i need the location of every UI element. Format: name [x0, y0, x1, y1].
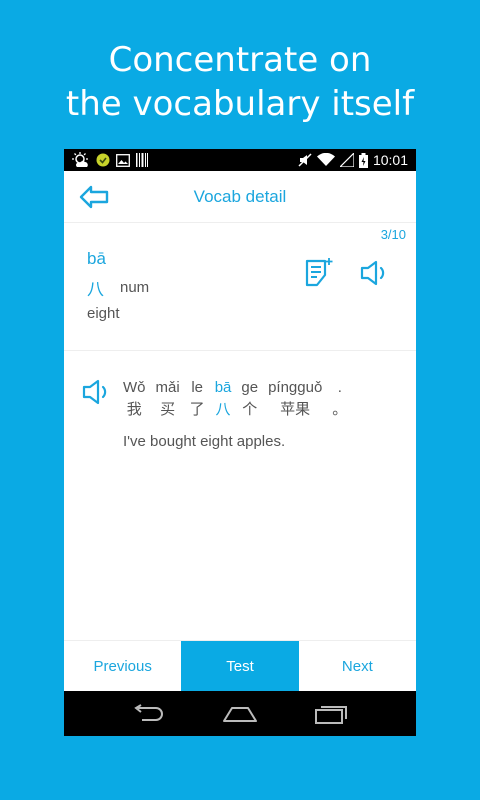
- add-note-button[interactable]: [304, 257, 334, 289]
- barcode-icon: [136, 153, 148, 167]
- sentence-word: bā 八: [215, 377, 232, 421]
- word-part-of-speech: num: [120, 279, 150, 296]
- mute-icon: [298, 153, 312, 167]
- signal-icon: [339, 153, 354, 167]
- sentence-audio-button[interactable]: [82, 379, 112, 405]
- speaker-icon: [82, 379, 107, 405]
- promo-headline: Concentrate on the vocabulary itself: [0, 38, 480, 126]
- word-audio-button[interactable]: [360, 260, 390, 286]
- sentence-word-pinyin: .: [337, 379, 342, 396]
- sentence-word-pinyin: píngguǒ: [268, 379, 323, 396]
- wifi-icon: [316, 153, 335, 166]
- word-counter: 3/10: [380, 227, 406, 242]
- system-nav-bar: [64, 691, 416, 736]
- sentence-words: Wǒ 我 mǎi 买 le 了 bā 八 ge 个 píngguǒ 苹果.。: [123, 377, 357, 421]
- sentence-word-hanzi: 了: [189, 401, 205, 418]
- sentence-word-hanzi: 八: [215, 401, 231, 418]
- previous-button[interactable]: Previous: [64, 641, 182, 691]
- nav-back-button[interactable]: [129, 700, 169, 728]
- image-icon: [116, 153, 130, 167]
- status-time: 10:01: [372, 152, 408, 168]
- edit-note-icon: [305, 258, 333, 287]
- app-bar: Vocab detail: [64, 171, 416, 223]
- test-button[interactable]: Test: [181, 641, 299, 691]
- promo-line-2: the vocabulary itself: [65, 84, 415, 124]
- next-button[interactable]: Next: [298, 641, 416, 691]
- speaker-icon: [360, 260, 385, 286]
- word-meaning: eight: [87, 305, 120, 322]
- sentence-word-pinyin: le: [191, 379, 204, 396]
- word-hanzi: 八: [87, 280, 104, 299]
- sentence-word: píngguǒ 苹果: [268, 377, 322, 421]
- sentence-word-pinyin: mǎi: [155, 379, 180, 396]
- sentence-translation: I've bought eight apples.: [123, 433, 286, 450]
- nav-recents-button[interactable]: [311, 700, 351, 728]
- sentence-word: .。: [332, 377, 347, 421]
- nav-home-icon: [222, 706, 257, 722]
- word-card: bā 八 num eight: [64, 223, 416, 351]
- weather-icon: [72, 152, 88, 167]
- nav-recents-icon: [314, 705, 347, 724]
- nav-home-button[interactable]: [220, 700, 260, 728]
- word-pinyin: bā: [87, 249, 106, 268]
- app-icon: [96, 153, 110, 167]
- sentence-word-hanzi: 苹果: [280, 401, 311, 418]
- sentence-word-hanzi: 。: [332, 401, 348, 418]
- sentence-word-hanzi: 个: [242, 401, 258, 418]
- nav-back-icon: [134, 703, 164, 721]
- status-bar: 10:01: [64, 149, 416, 171]
- bottom-tabs: Previous Test Next: [64, 640, 416, 691]
- promo-line-1: Concentrate on: [108, 40, 372, 80]
- sentence-word-hanzi: 我: [126, 401, 142, 418]
- sentence-word: mǎi 买: [156, 377, 180, 421]
- phone-screen: 10:01 Vocab detail bā 八 num eight 3/10 W…: [64, 149, 416, 736]
- sentence-word: Wǒ 我: [123, 377, 146, 421]
- page-title: Vocab detail: [193, 187, 287, 206]
- battery-charging-icon: [358, 152, 368, 168]
- sentence-word-pinyin: Wǒ: [123, 379, 146, 396]
- sentence-word-pinyin: ge: [241, 379, 259, 396]
- sentence-word: ge 个: [241, 377, 258, 421]
- sentence-word-hanzi: 买: [160, 401, 176, 418]
- sentence-word: le 了: [190, 377, 205, 421]
- sentence-word-pinyin: bā: [214, 379, 232, 396]
